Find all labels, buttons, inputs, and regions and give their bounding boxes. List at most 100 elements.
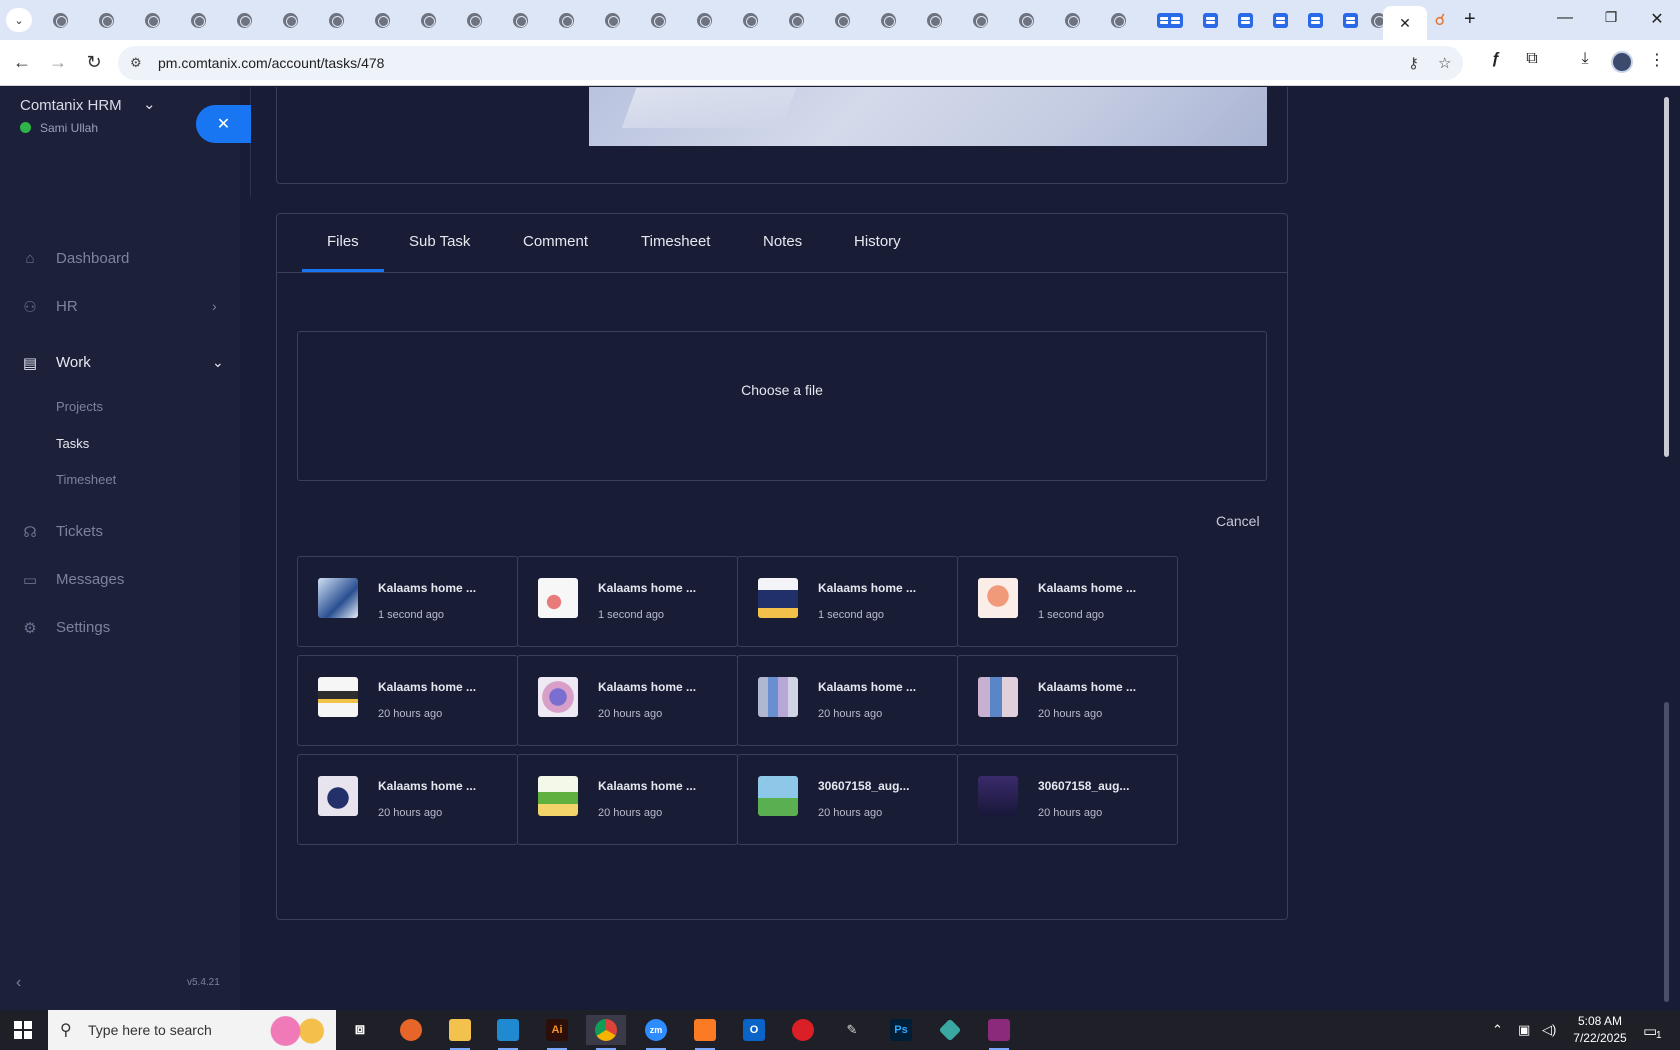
file-name[interactable]: 30607158_aug...: [1038, 779, 1129, 793]
winrar-icon[interactable]: [979, 1015, 1019, 1050]
file-thumbnail[interactable]: [538, 677, 578, 717]
browser-tab[interactable]: [314, 6, 358, 34]
browser-tab[interactable]: [1298, 6, 1332, 34]
browser-tab[interactable]: [130, 6, 174, 34]
taskbar-search-placeholder[interactable]: Type here to search: [88, 1022, 212, 1038]
file-thumbnail[interactable]: [318, 677, 358, 717]
browser-tab[interactable]: [38, 6, 82, 34]
file-card[interactable]: Kalaams home ... 20 hours ago: [297, 754, 518, 845]
browser-tab[interactable]: [958, 6, 1002, 34]
windows-start-icon[interactable]: [14, 1021, 32, 1039]
scrollbar-thumb[interactable]: [1664, 702, 1669, 1002]
sidebar-item-work[interactable]: ▤ Work ⌄: [0, 345, 240, 381]
zoom-icon[interactable]: zm: [636, 1015, 676, 1050]
browser-tab[interactable]: [1096, 6, 1140, 34]
site-info-icon[interactable]: ⚙: [130, 55, 142, 71]
file-card[interactable]: Kalaams home ... 1 second ago: [517, 556, 738, 647]
file-name[interactable]: Kalaams home ...: [598, 779, 696, 793]
browser-tab[interactable]: [176, 6, 220, 34]
outlook-icon[interactable]: O: [734, 1015, 774, 1045]
browser-tab[interactable]: [360, 6, 404, 34]
file-thumbnail[interactable]: [978, 776, 1018, 816]
tab-sub-task[interactable]: Sub Task: [409, 233, 470, 250]
file-thumbnail[interactable]: [978, 677, 1018, 717]
tray-chevron-up-icon[interactable]: ⌃: [1492, 1022, 1503, 1038]
omnibox[interactable]: ⚙ pm.comtanix.com/account/tasks/478 ⚷ ☆: [118, 46, 1463, 80]
browser-tab[interactable]: [728, 6, 772, 34]
minimize-icon[interactable]: —: [1550, 9, 1580, 27]
file-card[interactable]: Kalaams home ... 1 second ago: [737, 556, 958, 647]
browser-tab[interactable]: [452, 6, 496, 34]
file-card[interactable]: 30607158_aug... 20 hours ago: [957, 754, 1178, 845]
file-name[interactable]: Kalaams home ...: [378, 581, 476, 595]
file-name[interactable]: Kalaams home ...: [1038, 581, 1136, 595]
creative-cloud-icon[interactable]: [783, 1015, 823, 1045]
scrollbar-thumb-light[interactable]: [1664, 97, 1669, 457]
browser-tab[interactable]: [590, 6, 634, 34]
network-icon[interactable]: ▣: [1518, 1022, 1530, 1038]
browser-tab[interactable]: [1193, 6, 1227, 34]
file-card[interactable]: Kalaams home ... 1 second ago: [297, 556, 518, 647]
file-name[interactable]: Kalaams home ...: [378, 779, 476, 793]
file-thumbnail[interactable]: [538, 776, 578, 816]
browser-tab[interactable]: [820, 6, 864, 34]
file-card[interactable]: Kalaams home ... 20 hours ago: [517, 655, 738, 746]
file-name[interactable]: Kalaams home ...: [378, 680, 476, 694]
tab-comment[interactable]: Comment: [523, 233, 588, 250]
new-tab-button[interactable]: +: [1464, 8, 1476, 31]
pen-tool-icon[interactable]: ✎: [832, 1015, 872, 1045]
restore-icon[interactable]: ❐: [1596, 9, 1626, 26]
file-thumbnail[interactable]: [318, 776, 358, 816]
illustrator-icon[interactable]: Ai: [537, 1015, 577, 1050]
reload-icon[interactable]: ↻: [82, 52, 106, 73]
xampp-icon[interactable]: [685, 1015, 725, 1050]
password-key-icon[interactable]: ⚷: [1408, 54, 1419, 72]
choose-file-label[interactable]: Choose a file: [298, 382, 1266, 398]
browser-tab[interactable]: [1228, 6, 1262, 34]
file-thumbnail[interactable]: [758, 776, 798, 816]
downloads-icon[interactable]: ⤓: [1572, 50, 1598, 68]
extension-f-icon[interactable]: ƒ: [1483, 50, 1509, 68]
taskbar-search-box[interactable]: ⚲ Type here to search: [48, 1010, 336, 1050]
bookmark-star-icon[interactable]: ☆: [1438, 54, 1451, 72]
file-card[interactable]: Kalaams home ... 20 hours ago: [517, 754, 738, 845]
browser-tab[interactable]: [682, 6, 726, 34]
task-view-icon[interactable]: ⧈: [340, 1015, 380, 1045]
file-thumbnail[interactable]: [318, 578, 358, 618]
browser-tab[interactable]: [1263, 6, 1297, 34]
browser-tab[interactable]: [1158, 6, 1192, 34]
browser-tab[interactable]: [866, 6, 910, 34]
browser-tab[interactable]: [406, 6, 450, 34]
vscode-icon[interactable]: [488, 1015, 528, 1050]
volume-icon[interactable]: ◁): [1542, 1022, 1556, 1038]
browser-tab[interactable]: [222, 6, 266, 34]
forward-icon[interactable]: →: [46, 52, 70, 73]
file-card[interactable]: 30607158_aug... 20 hours ago: [737, 754, 958, 845]
browser-tab[interactable]: [84, 6, 128, 34]
scrollbar[interactable]: [1662, 87, 1672, 1010]
file-thumbnail[interactable]: [758, 578, 798, 618]
file-card[interactable]: Kalaams home ... 20 hours ago: [737, 655, 958, 746]
file-thumbnail[interactable]: [538, 578, 578, 618]
browser-tab[interactable]: [912, 6, 956, 34]
sidebar-item-tickets[interactable]: ☊ Tickets: [0, 514, 240, 550]
browser-tab[interactable]: [1050, 6, 1094, 34]
browser-tab[interactable]: [636, 6, 680, 34]
file-dropzone[interactable]: Choose a file: [297, 331, 1267, 481]
sidebar-item-settings[interactable]: ⚙ Settings: [0, 610, 240, 646]
browser-tab[interactable]: [268, 6, 312, 34]
file-thumbnail[interactable]: [978, 578, 1018, 618]
back-icon[interactable]: ←: [10, 52, 34, 73]
sidebar-item-dashboard[interactable]: ⌂ Dashboard: [0, 241, 240, 277]
file-card[interactable]: Kalaams home ... 1 second ago: [957, 556, 1178, 647]
browser-tab[interactable]: ☌: [1418, 6, 1462, 34]
chrome-icon[interactable]: [586, 1015, 626, 1050]
chevron-left-icon[interactable]: ‹: [16, 974, 21, 992]
brand-name[interactable]: Comtanix HRM: [20, 97, 122, 114]
sidebar-subitem-projects[interactable]: Projects: [56, 399, 103, 414]
tab-search-button[interactable]: ⌄: [6, 8, 32, 32]
cancel-button[interactable]: Cancel: [1216, 513, 1260, 529]
sidebar-subitem-tasks[interactable]: Tasks: [56, 436, 89, 451]
chevron-down-icon[interactable]: ⌄: [143, 95, 156, 113]
file-explorer-icon[interactable]: [440, 1015, 480, 1050]
